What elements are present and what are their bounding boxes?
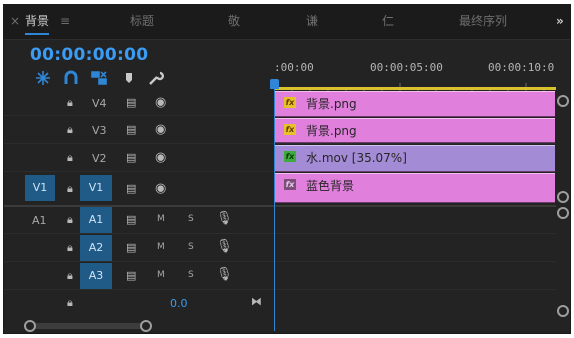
snap-icon[interactable] [34,70,52,86]
tab-bar: × 背景 ≡ 标题 敬 谦 仁 最终序列 » [4,5,570,40]
lock-icon[interactable]: 🔒︎ [67,241,73,255]
solo-button[interactable]: S [188,242,194,252]
microphone-icon[interactable]: 🎙︎ [216,239,233,254]
video-scroll-bottom-handle[interactable] [557,191,569,203]
clip-name: 蓝色背景 [306,179,355,193]
eye-icon[interactable]: ◉ [155,122,166,137]
eye-icon[interactable]: ◉ [155,95,166,110]
magnet-icon[interactable] [62,70,80,86]
track-divider [4,289,556,290]
track-header-v1: V1 🔒︎ V1 ▤ ◉ [4,173,270,205]
tab-final-sequence[interactable]: 最终序列 [459,5,507,39]
clip-blue-bg-v1[interactable]: fx 蓝色背景 [275,173,555,203]
work-area-bar[interactable] [274,87,556,90]
track-header-v4: 🔒︎ V4 ▤ ◉ [4,91,270,115]
tab-beijing[interactable]: 背景 [25,5,50,39]
tab-menu-icon[interactable]: ≡ [60,5,70,39]
tab-qian[interactable]: 谦 [306,5,318,39]
sync-lock-icon[interactable]: ▤ [126,151,136,164]
track-header-a1: A1 🔒︎ A1 ▤ M S 🎙︎ [4,207,270,233]
sync-lock-icon[interactable]: ▤ [126,213,136,226]
eye-icon[interactable]: ◉ [155,150,166,165]
mute-button[interactable]: M [157,242,165,252]
solo-button[interactable]: S [188,270,194,280]
wrench-icon[interactable] [146,70,165,86]
tab-biaoti[interactable]: 标题 [130,5,154,39]
source-patch-a1[interactable]: A1 [32,214,47,227]
time-ruler[interactable]: :00:00 00:00:05:00 00:00:10:0 [274,53,556,91]
fx-badge-icon: fx [284,97,296,108]
clip-bg-png-v4[interactable]: fx 背景.png [275,91,555,117]
clip-name: 水.mov [35.07%] [306,151,407,165]
fx-badge-icon: fx [284,151,296,162]
sync-lock-icon[interactable]: ▤ [126,241,136,254]
track-header-a2: 🔒︎ A2 ▤ M S 🎙︎ [4,235,270,261]
tab-jing[interactable]: 敬 [228,5,240,39]
video-scroll-top-handle[interactable] [557,95,569,107]
ruler-label-5s: 00:00:05:00 [370,61,443,74]
zoom-scroll-bar[interactable] [26,323,146,329]
audio-scroll-bottom-handle[interactable] [557,305,569,317]
fx-badge-icon: fx [284,124,296,135]
track-divider [4,261,556,262]
timecode-display[interactable]: 00:00:00:00 [30,45,148,65]
lock-icon[interactable]: 🔒︎ [67,269,73,283]
audio-scroll-top-handle[interactable] [557,207,569,219]
lock-icon[interactable]: 🔒︎ [67,213,73,227]
ruler-label-10s: 00:00:10:0 [488,61,555,74]
insert-icon[interactable] [90,70,108,86]
solo-button[interactable]: S [188,214,194,224]
sync-lock-icon[interactable]: ▤ [126,269,136,282]
active-tab-underline [25,33,50,35]
lock-icon[interactable]: 🔒︎ [67,96,73,110]
go-to-end-icon[interactable]: ⧓ [251,295,262,308]
tab-beijing-label: 背景 [25,14,50,28]
lock-icon[interactable]: 🔒︎ [67,182,73,196]
zoom-left-handle[interactable] [24,320,36,332]
lock-icon[interactable]: 🔒︎ [67,151,73,165]
sync-lock-icon[interactable]: ▤ [126,182,136,195]
mute-button[interactable]: M [157,270,165,280]
sync-lock-icon[interactable]: ▤ [126,123,136,136]
track-name-a1[interactable]: A1 [80,207,112,233]
eye-icon[interactable]: ◉ [155,181,166,196]
source-patch-v1[interactable]: V1 [25,175,55,201]
track-name-a3[interactable]: A3 [80,263,112,289]
microphone-icon[interactable]: 🎙︎ [216,267,233,282]
track-header-v2: 🔒︎ V2 ▤ ◉ [4,145,270,171]
track-divider [4,143,556,144]
track-header-master: 🔒︎ 0.0 ⧓ [4,291,270,315]
more-tabs-icon[interactable]: » [556,5,564,39]
mute-button[interactable]: M [157,214,165,224]
close-tab-icon[interactable]: × [10,5,20,39]
track-name-v3[interactable]: V3 [92,124,107,137]
track-name-v4[interactable]: V4 [92,97,107,110]
clip-bg-png-v3[interactable]: fx 背景.png [275,118,555,143]
horizontal-scrollbar[interactable] [4,315,556,333]
clip-name: 背景.png [306,97,357,111]
marker-icon[interactable] [120,70,138,86]
clip-name: 背景.png [306,124,357,138]
zoom-right-handle[interactable] [140,320,152,332]
track-name-v2[interactable]: V2 [92,152,107,165]
clip-water-mov-v2[interactable]: fx 水.mov [35.07%] [275,145,555,172]
lock-icon[interactable]: 🔒︎ [67,296,73,310]
ruler-label-0: :00:00 [274,61,314,74]
track-header-a3: 🔒︎ A3 ▤ M S 🎙︎ [4,263,270,289]
track-divider [4,233,556,234]
sync-lock-icon[interactable]: ▤ [126,96,136,109]
master-volume-value[interactable]: 0.0 [170,297,188,310]
track-name-a2[interactable]: A2 [80,235,112,261]
lock-icon[interactable]: 🔒︎ [67,123,73,137]
microphone-icon[interactable]: 🎙︎ [216,211,233,226]
track-name-v1[interactable]: V1 [80,175,112,201]
tab-ren[interactable]: 仁 [382,5,394,39]
track-header-v3: 🔒︎ V3 ▤ ◉ [4,117,270,143]
timeline-panel: × 背景 ≡ 标题 敬 谦 仁 最终序列 » 00:00:00:00 :00:0… [3,4,571,334]
fx-badge-icon: fx [284,179,296,190]
vertical-scrollbar[interactable] [556,79,570,325]
playhead-line[interactable] [274,79,275,331]
